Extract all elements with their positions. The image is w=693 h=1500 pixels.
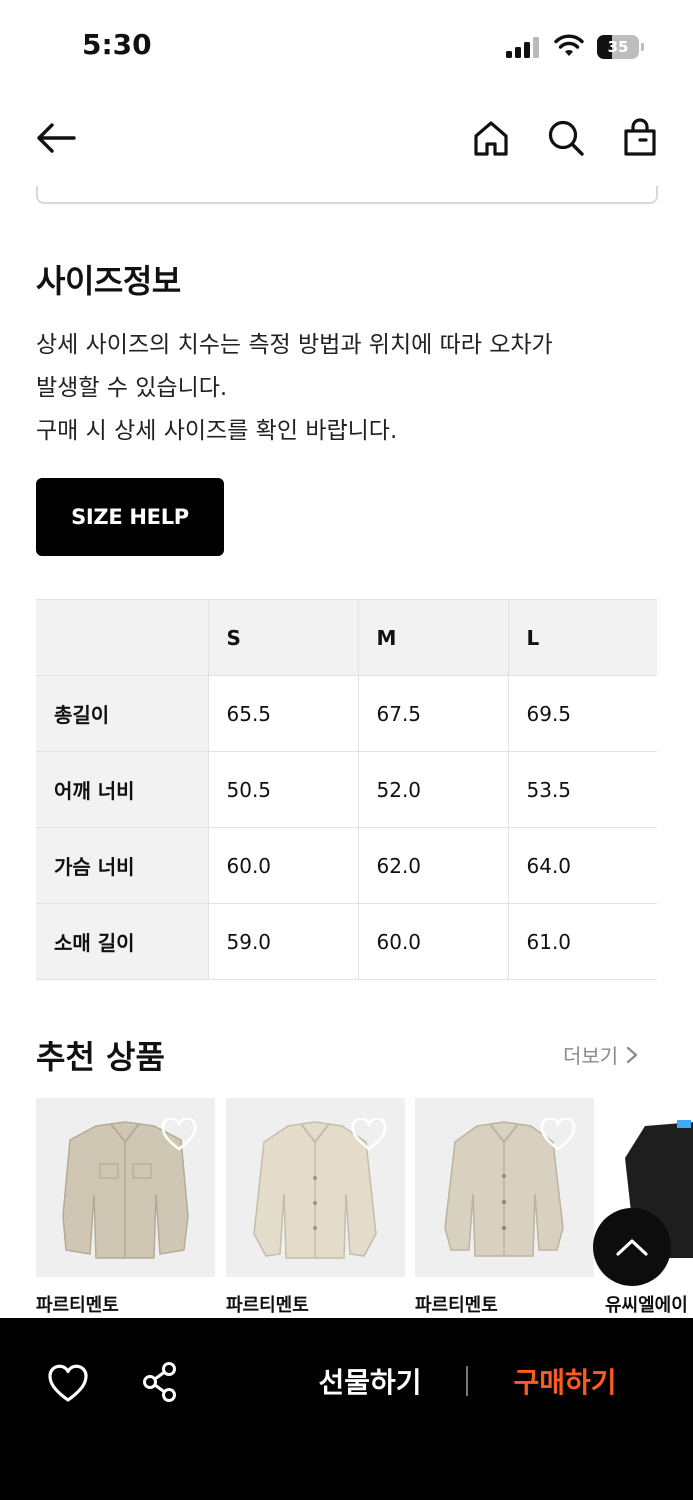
product-image: [415, 1098, 594, 1277]
battery-level: 35: [607, 38, 629, 56]
wishlist-heart-icon[interactable]: [351, 1118, 387, 1152]
previous-section-edge: [36, 186, 658, 204]
arrow-left-icon: [37, 123, 76, 153]
measurement-value: 52.0: [357, 751, 509, 828]
size-desc-line: 구매 시 상세 사이즈를 확인 바랍니다.: [36, 418, 398, 444]
action-divider: [466, 1366, 468, 1396]
recommended-products-carousel[interactable]: 파르티멘토 파르티멘토 파르티멘토 유씨엘에이: [36, 1098, 693, 1318]
size-table-header-row: S M L: [36, 599, 657, 676]
size-info-title: 사이즈정보: [36, 262, 181, 300]
home-button[interactable]: [469, 116, 513, 160]
measurement-value: 62.0: [357, 827, 509, 904]
like-heart-button-icon[interactable]: [46, 1362, 90, 1406]
wishlist-heart-icon[interactable]: [540, 1118, 576, 1152]
size-column-header: L: [507, 599, 657, 676]
table-row: 소매 길이 59.0 60.0 61.0: [36, 903, 657, 980]
wishlist-heart-icon[interactable]: [161, 1118, 197, 1152]
scroll-to-top-button[interactable]: [593, 1208, 671, 1286]
table-row: 어깨 너비 50.5 52.0 53.5: [36, 751, 657, 828]
measurement-label: 총길이: [36, 675, 209, 752]
size-help-button[interactable]: SIZE HELP: [36, 478, 224, 556]
measurement-value: 64.0: [507, 827, 657, 904]
more-label: 더보기: [563, 1044, 619, 1068]
status-bar: 5:30 35: [0, 0, 693, 90]
measurement-value: 50.5: [207, 751, 359, 828]
product-image: [226, 1098, 405, 1277]
product-card[interactable]: 파르티멘토: [415, 1098, 594, 1317]
status-time: 5:30: [82, 28, 152, 61]
measurement-value: 53.5: [507, 751, 657, 828]
table-row: 가슴 너비 60.0 62.0 64.0: [36, 827, 657, 904]
bottom-action-bar: 선물하기 구매하기: [0, 1318, 693, 1500]
chevron-up-icon: [616, 1239, 648, 1256]
measurement-value: 69.5: [507, 675, 657, 752]
measurement-value: 60.0: [357, 903, 509, 980]
share-icon[interactable]: [138, 1360, 182, 1404]
product-brand: 파르티멘토: [415, 1295, 498, 1316]
shopping-bag-icon: [624, 118, 656, 156]
cart-button[interactable]: [618, 116, 662, 160]
measurement-label: 가슴 너비: [36, 827, 209, 904]
recommended-title: 추천 상품: [36, 1038, 165, 1076]
measurement-value: 67.5: [357, 675, 509, 752]
product-card[interactable]: 유씨엘에이: [605, 1098, 693, 1317]
measurement-value: 65.5: [207, 675, 359, 752]
size-desc-line: 발생할 수 있습니다.: [36, 375, 228, 401]
search-button[interactable]: [544, 116, 588, 160]
more-link[interactable]: 더보기: [563, 1040, 638, 1069]
chevron-right-icon: [627, 1046, 638, 1063]
size-desc-line: 상세 사이즈의 치수는 측정 방법과 위치에 따라 오차가: [36, 332, 553, 358]
search-icon: [548, 120, 584, 156]
product-brand: 파르티멘토: [226, 1295, 309, 1316]
product-card[interactable]: 파르티멘토: [226, 1098, 405, 1317]
product-brand: 파르티멘토: [36, 1295, 119, 1316]
measurement-label: 어깨 너비: [36, 751, 209, 828]
buy-button[interactable]: 구매하기: [505, 1356, 625, 1406]
size-column-header: M: [357, 599, 509, 676]
top-navigation: [0, 100, 693, 176]
table-row: 총길이 65.5 67.5 69.5: [36, 675, 657, 752]
size-table: S M L 총길이 65.5 67.5 69.5 어깨 너비 50.5 52.0…: [36, 599, 657, 980]
size-column-header: S: [207, 599, 359, 676]
size-table-corner: [36, 599, 209, 676]
cellular-signal-icon: [506, 37, 539, 58]
gift-button[interactable]: 선물하기: [310, 1356, 430, 1406]
battery-icon: 35: [597, 35, 645, 59]
product-card[interactable]: 파르티멘토: [36, 1098, 215, 1317]
product-image: [36, 1098, 215, 1277]
back-button[interactable]: [34, 116, 78, 160]
measurement-value: 60.0: [207, 827, 359, 904]
home-icon: [474, 121, 508, 156]
product-brand: 유씨엘에이: [605, 1295, 688, 1316]
measurement-label: 소매 길이: [36, 903, 209, 980]
measurement-value: 61.0: [507, 903, 657, 980]
measurement-value: 59.0: [207, 903, 359, 980]
size-info-description: 상세 사이즈의 치수는 측정 방법과 위치에 따라 오차가 발생할 수 있습니다…: [36, 324, 656, 453]
wifi-icon: [554, 34, 584, 56]
